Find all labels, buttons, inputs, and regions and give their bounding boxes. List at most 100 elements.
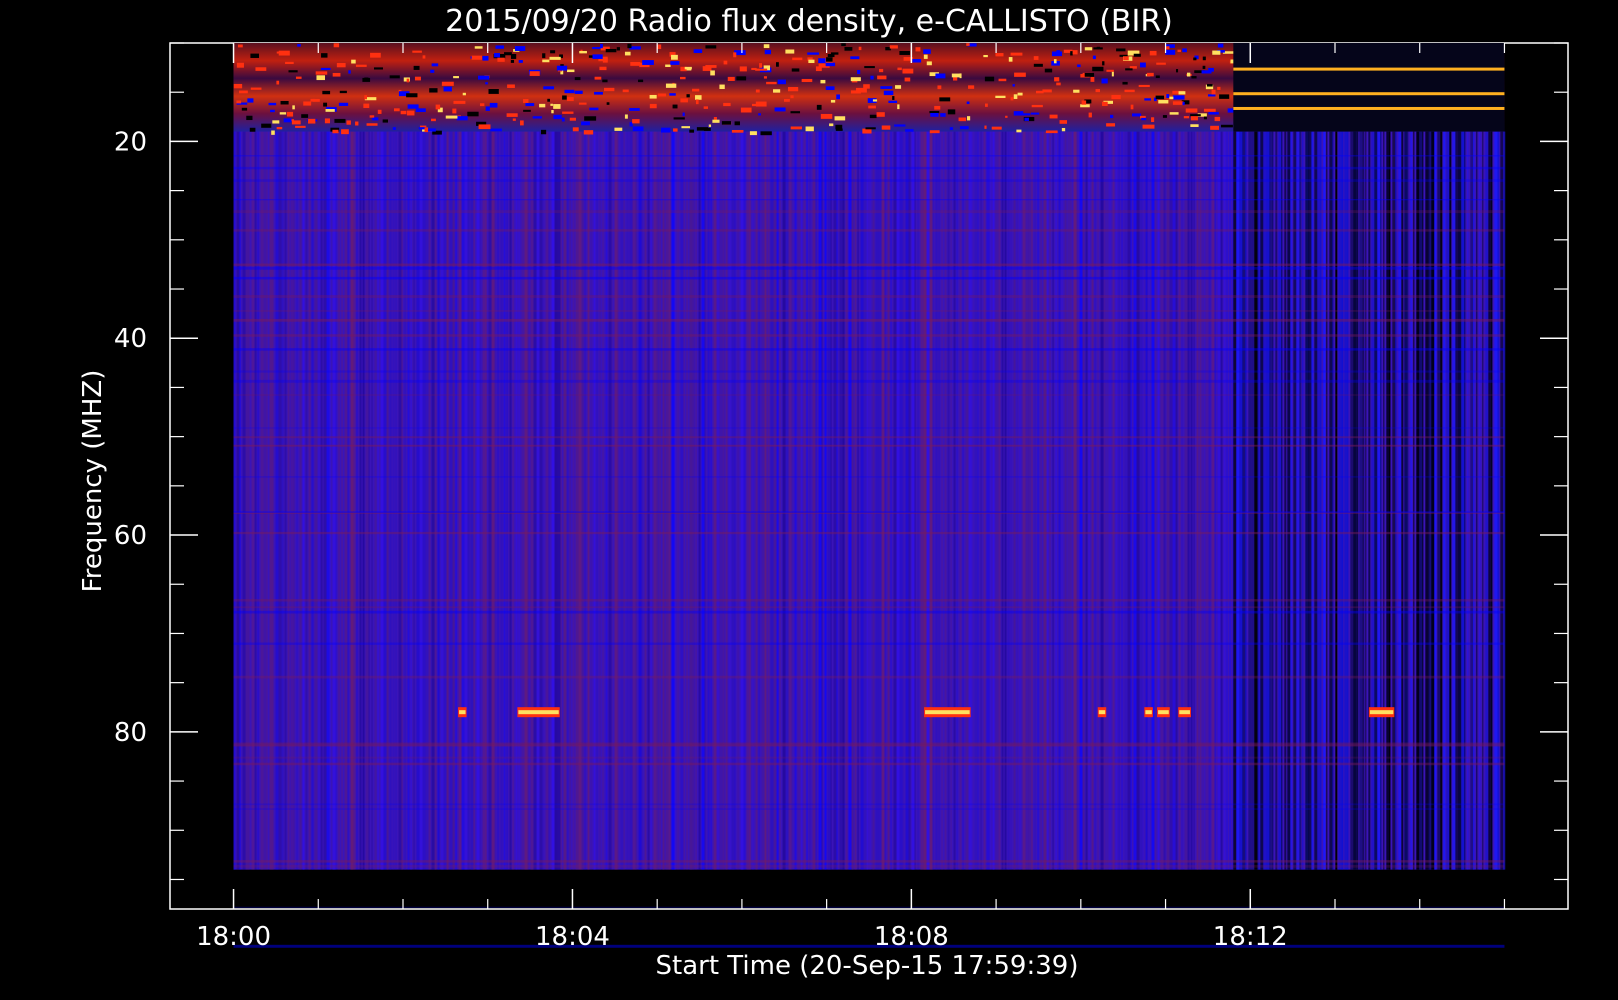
rfi-speckle	[542, 59, 550, 63]
heatmap-streak	[464, 131, 468, 870]
rfi-speckle	[825, 86, 835, 90]
rfi-speckle	[879, 68, 884, 73]
rfi-speckle	[237, 44, 243, 48]
heatmap-quiet-streak	[1281, 131, 1283, 870]
rfi-speckle	[303, 101, 312, 106]
rfi-speckle	[271, 130, 275, 135]
rfi-speckle	[332, 72, 341, 77]
rfi-speckle	[983, 54, 988, 58]
rfi-speckle	[339, 90, 347, 94]
rfi-speckle	[366, 123, 378, 126]
rfi-speckle	[453, 76, 459, 79]
heatmap-row	[233, 642, 1505, 645]
rfi-speckle	[346, 120, 351, 125]
heatmap-quiet-streak	[1383, 131, 1385, 870]
rfi-speckle	[393, 108, 400, 112]
heatmap-streak	[302, 131, 305, 870]
rfi-speckle	[382, 119, 389, 123]
rfi-speckle	[341, 129, 349, 135]
heatmap-streak	[347, 131, 349, 870]
rfi-speckle	[599, 66, 607, 71]
rfi-speckle	[583, 130, 594, 135]
burst-core	[925, 710, 970, 715]
rfi-speckle	[1212, 50, 1221, 55]
rfi-speckle	[902, 68, 914, 74]
heatmap-streak	[602, 131, 604, 870]
heatmap-streak	[797, 131, 801, 870]
heatmap-streak	[1205, 131, 1209, 870]
heatmap-streak	[1106, 131, 1108, 870]
heatmap-streak	[284, 131, 287, 870]
heatmap-streak	[452, 131, 455, 870]
heatmap-streak	[317, 131, 321, 870]
rfi-speckle	[855, 87, 867, 93]
heatmap-streak	[695, 131, 697, 870]
rfi-speckle	[1092, 66, 1104, 72]
heatmap-streak	[599, 131, 601, 870]
heatmap-streak	[671, 131, 675, 870]
heatmap-streak	[494, 131, 496, 870]
rfi-speckle	[1123, 56, 1129, 61]
heatmap-streak	[410, 131, 412, 870]
rfi-speckle	[1102, 101, 1108, 106]
heatmap-streak	[1190, 131, 1193, 870]
rfi-speckle	[1092, 55, 1096, 60]
heatmap-row	[233, 610, 1505, 614]
heatmap-streak	[734, 131, 736, 870]
rfi-speckle	[406, 78, 410, 83]
heatmap-streak	[1016, 131, 1018, 870]
heatmap-streak	[728, 131, 732, 870]
rfi-speckle	[270, 109, 275, 113]
rfi-speckle	[497, 57, 505, 62]
heatmap-streak	[482, 131, 486, 870]
heatmap-quiet-streak	[1407, 131, 1409, 870]
heatmap-quiet-streak	[1353, 131, 1357, 870]
heatmap-streak	[566, 131, 569, 870]
heatmap-row	[233, 179, 1505, 182]
rfi-speckle	[542, 53, 546, 58]
heatmap-streak	[596, 131, 598, 870]
heatmap-quiet-streak	[1275, 131, 1278, 870]
rfi-speckle	[808, 59, 815, 64]
heatmap-quiet-streak	[1263, 131, 1267, 870]
rfi-speckle	[966, 43, 970, 46]
heatmap-streak	[524, 131, 528, 870]
heatmap-streak	[572, 131, 575, 870]
heatmap-streak	[665, 131, 669, 870]
heatmap-streak	[545, 131, 549, 870]
rfi-speckle	[445, 115, 458, 119]
heatmap-quiet-streak	[1260, 131, 1264, 870]
heatmap-streak	[752, 131, 754, 870]
heatmap-streak	[662, 131, 665, 870]
heatmap-streak	[440, 131, 444, 870]
heatmap-streak	[1079, 131, 1083, 870]
heatmap-streak	[554, 131, 558, 870]
rfi-speckle	[1142, 124, 1155, 129]
heatmap-streak	[1049, 131, 1051, 870]
heatmap-streak	[944, 131, 947, 870]
heatmap-streak	[899, 131, 903, 870]
heatmap-quiet-streak	[1356, 131, 1359, 870]
x-axis-label: Start Time (20-Sep-15 17:59:39)	[656, 951, 1079, 981]
heatmap-quiet-streak	[1398, 131, 1402, 870]
rfi-speckle	[1183, 116, 1190, 119]
rfi-speckle	[1045, 130, 1058, 134]
rfi-speckle	[594, 76, 602, 80]
heatmap-streak	[374, 131, 377, 870]
y-tick-label: 20	[114, 127, 147, 157]
rfi-speckle	[443, 86, 452, 92]
heatmap-streak	[1046, 131, 1049, 870]
heatmap-streak	[809, 131, 811, 870]
burst-core	[1369, 710, 1394, 715]
heatmap-streak	[458, 131, 462, 870]
heatmap-streak	[584, 131, 586, 870]
rfi-speckle	[755, 68, 768, 71]
rfi-speckle	[665, 83, 677, 88]
rfi-speckle	[632, 126, 644, 132]
heatmap-row	[233, 427, 1505, 429]
rfi-speckle	[850, 77, 861, 82]
heatmap-streak	[800, 131, 803, 870]
heatmap-row	[233, 675, 1505, 679]
rfi-speckle	[627, 43, 632, 49]
rfi-speckle	[1056, 50, 1061, 53]
